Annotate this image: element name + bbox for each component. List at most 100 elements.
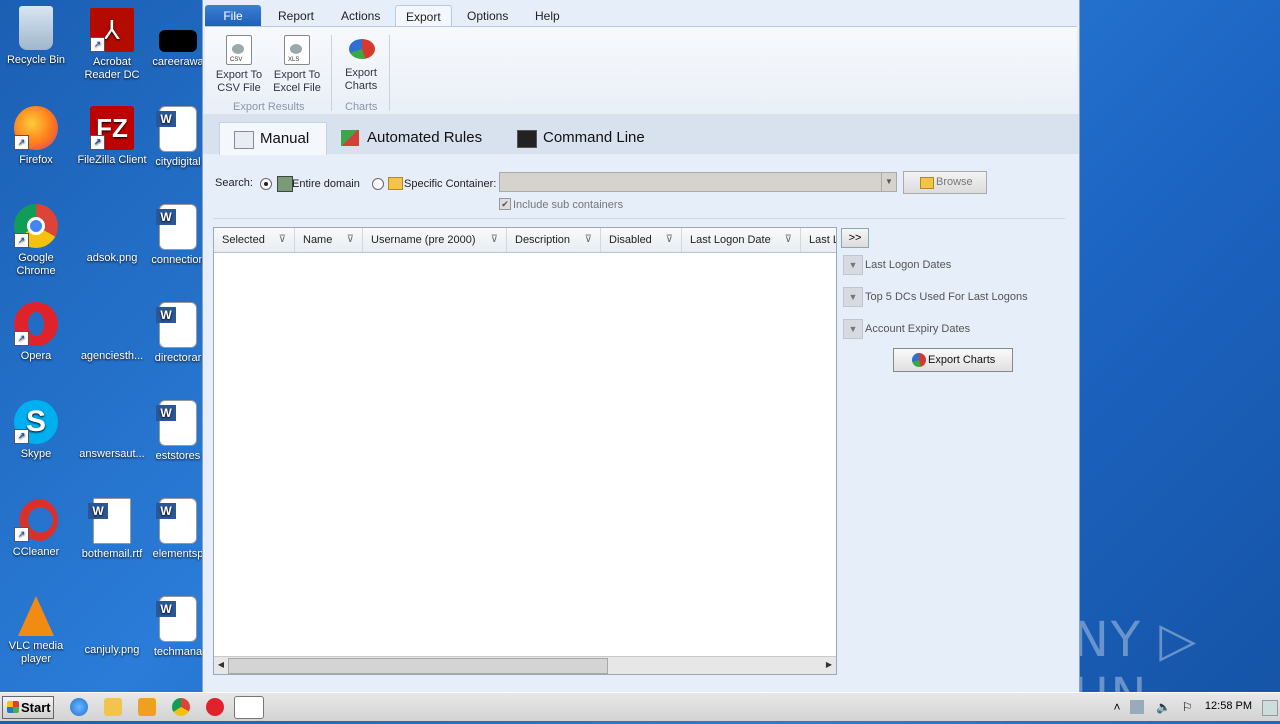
desktop-icon-ccleaner[interactable]: ↗ CCleaner [0,498,74,559]
menu-report[interactable]: Report [268,5,324,27]
desktop-icon-firefox[interactable]: ↗ Firefox [0,106,74,167]
system-clock[interactable]: 12:58 PM [1205,700,1252,712]
filter-icon[interactable]: ⊽ [666,228,673,252]
pie-chart-icon [912,353,926,367]
tab-manual[interactable]: Manual [219,122,327,155]
group-charts: Charts [345,101,378,113]
action-center-flag-icon[interactable]: ⚐ [1180,700,1194,714]
media-player-icon[interactable] [138,698,156,716]
column-last-logon-date[interactable]: Last Logon Date ⊽ [682,228,801,252]
desktop-icon-label: FileZilla Client [77,154,147,166]
desktop-icon-label: answersaut... [79,448,145,460]
desktop-icon-label: adsok.png [86,252,138,264]
desktop-icon-label: agenciesth... [80,350,144,362]
desktop-icon-adsok-png[interactable]: adsok.png [74,204,150,265]
export-charts-ribbon-button[interactable]: Export Charts [333,35,389,93]
menu-options[interactable]: Options [457,5,518,27]
start-button[interactable]: Start [2,696,54,719]
desktop-icon-skype[interactable]: S ↗ Skype [0,400,74,461]
results-grid[interactable]: Selected ⊽ Name ⊽ Username (pre 2000) ⊽ Des… [213,227,837,675]
filter-icon[interactable]: ⊽ [279,228,286,252]
export-csv-button[interactable]: CSV Export To CSV File [211,35,267,95]
column-name[interactable]: Name ⊽ [295,228,363,252]
expand-charts-button[interactable]: >> [841,228,869,248]
container-combobox[interactable]: ▼ [499,172,897,192]
filter-icon[interactable]: ⊽ [585,228,592,252]
domain-icon [277,176,293,192]
desktop-icon-label: Google Chrome [16,252,56,277]
include-sub-containers-checkbox[interactable]: ✔ [499,198,511,210]
tab-automated-rules[interactable]: Automated Rules [327,122,496,154]
chrome-icon[interactable] [172,698,190,716]
menu-file[interactable]: File [205,5,261,27]
tab-command-line[interactable]: Command Line [503,122,659,154]
file-explorer-icon[interactable] [104,698,122,716]
desktop-icon-recycle-bin[interactable]: Recycle Bin [0,6,74,67]
shortcut-arrow-icon: ↗ [90,135,105,150]
volume-icon[interactable]: 🔈 [1156,700,1171,714]
word-document-icon: W [156,400,197,446]
include-sub-containers-label: Include sub containers [513,199,624,211]
shortcut-arrow-icon: ↗ [14,331,29,346]
column-disabled[interactable]: Disabled ⊽ [601,228,682,252]
specific-container-label: Specific Container: [404,178,497,190]
horizontal-scrollbar[interactable]: ◀ ▶ [214,656,836,674]
tab-automated-label: Automated Rules [367,129,483,146]
filter-icon[interactable]: ⊽ [785,228,792,252]
chevron-down-icon[interactable]: ▼ [843,287,863,307]
desktop-icon-answersaut[interactable]: answersaut... [74,400,150,461]
filter-icon[interactable]: ⊽ [347,228,354,252]
vlc-cone-icon [18,596,54,636]
search-label: Search: [215,177,253,189]
menu-help[interactable]: Help [525,5,570,27]
menu-actions[interactable]: Actions [331,5,390,27]
column-label: Selected [222,234,265,246]
chevron-down-icon[interactable]: ▼ [843,255,863,275]
desktop-icon-vlc[interactable]: VLC media player [0,596,74,666]
desktop-icon-canjuly-png[interactable]: canjuly.png [74,596,150,657]
desktop-icon-label: VLC media player [8,640,64,665]
desktop-icon-bothemail-rtf[interactable]: W bothemail.rtf [74,498,150,561]
radio-entire-domain[interactable] [260,178,272,190]
desktop-icon-opera[interactable]: ↗ Opera [0,302,74,363]
filter-icon[interactable]: ⊽ [491,228,498,252]
image-file-icon [90,596,134,640]
chevron-down-icon[interactable]: ▼ [843,319,863,339]
word-document-icon: W [156,302,197,348]
active-app-icon[interactable] [234,696,264,719]
column-selected[interactable]: Selected ⊽ [214,228,295,252]
desktop-icon-acrobat-reader[interactable]: ⅄ ↗ Acrobat Reader DC [74,8,150,82]
scrollbar-thumb[interactable] [228,658,608,674]
black-file-icon [159,30,197,52]
browse-button[interactable]: Browse [903,171,987,194]
skype-icon: S ↗ [14,400,58,444]
desktop-icon-agenciesth[interactable]: agenciesth... [74,302,150,363]
opera-icon[interactable] [206,698,224,716]
internet-explorer-icon[interactable] [70,698,88,716]
column-description[interactable]: Description ⊽ [507,228,601,252]
desktop-icon-filezilla[interactable]: FZ ↗ FileZilla Client [74,106,150,167]
word-document-icon: W [156,596,197,642]
start-label: Start [21,700,51,715]
menu-export[interactable]: Export [395,5,452,28]
column-username[interactable]: Username (pre 2000) ⊽ [363,228,507,252]
image-file-icon [90,302,134,346]
shortcut-arrow-icon: ↗ [14,527,29,542]
desktop-icon-google-chrome[interactable]: ↗ Google Chrome [0,204,74,278]
show-hidden-icons[interactable]: ˄ [1110,700,1124,714]
column-label: Name [303,234,333,246]
export-excel-button[interactable]: XLS Export To Excel File [269,35,325,95]
csv-badge: CSV [230,57,243,63]
filezilla-icon: FZ ↗ [90,106,134,150]
word-document-icon: W [156,106,197,152]
network-icon[interactable] [1130,700,1144,714]
scroll-right-icon[interactable]: ▶ [823,658,835,672]
chevron-down-icon[interactable]: ▼ [881,173,896,191]
show-desktop-button[interactable] [1262,700,1278,716]
export-charts-button[interactable]: Export Charts [893,348,1013,372]
export-charts-label: Export Charts [344,67,378,92]
scroll-left-icon[interactable]: ◀ [215,658,227,672]
firefox-icon: ↗ [14,106,58,150]
radio-specific-container[interactable] [372,178,384,190]
column-last-truncated[interactable]: Last L [801,228,836,252]
